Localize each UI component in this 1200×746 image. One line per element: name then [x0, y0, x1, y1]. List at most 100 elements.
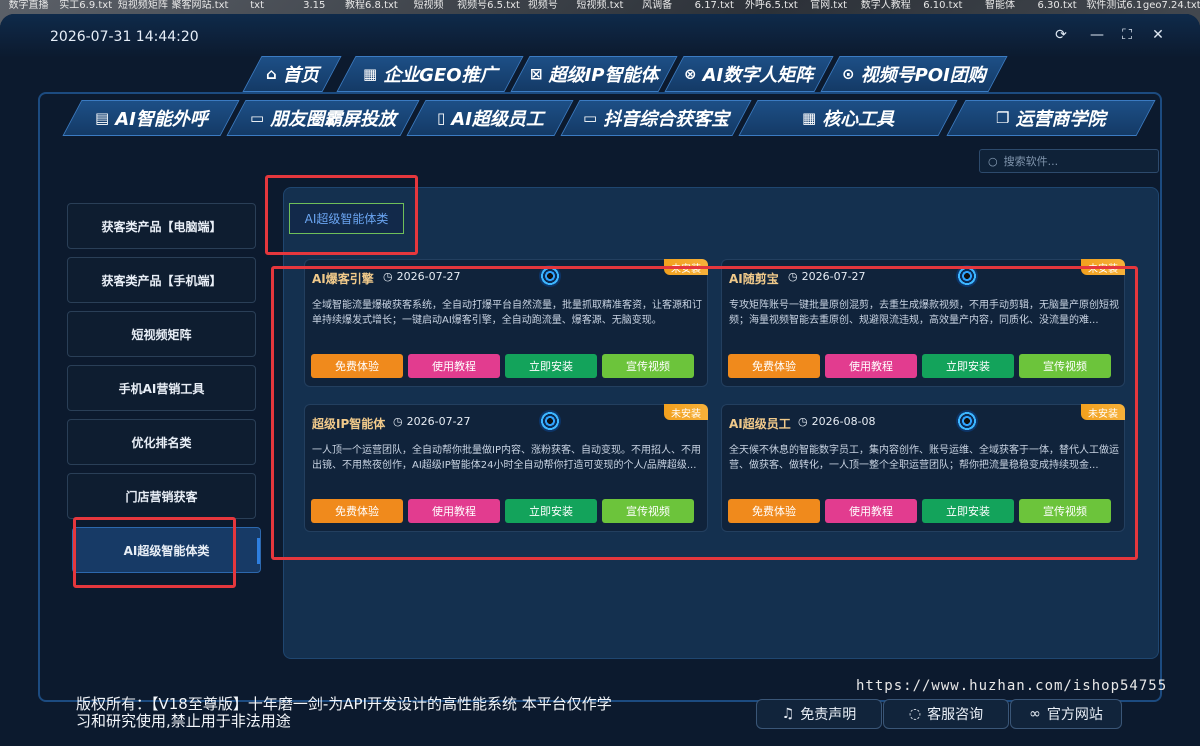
tutorial-button[interactable]: 使用教程 — [408, 499, 500, 523]
desktop-file-label[interactable]: 6.10.txt — [914, 0, 971, 11]
card-date-text: 2026-07-27 — [801, 270, 866, 283]
nav-tab-home[interactable]: ⌂ 首页 — [242, 56, 342, 92]
sidebar-item-ai-agents[interactable]: AI超级智能体类 — [72, 527, 261, 573]
install-button[interactable]: 立即安装 — [505, 499, 597, 523]
nav-tab-douyin[interactable]: ▭ 抖音综合获客宝 — [560, 100, 752, 136]
card-title: AI超级员工 — [729, 417, 791, 431]
folder-icon: ▭ — [249, 109, 265, 127]
app-logo-icon — [956, 410, 978, 432]
promo-video-button[interactable]: 宣传视频 — [1019, 499, 1111, 523]
clock-icon: ◷ — [383, 270, 393, 283]
product-card: AI超级员工 ◷ 2026-08-08 未安装 全天候不休息的智能数字员工，集内容… — [721, 404, 1125, 532]
card-description: 一人顶一个运营团队，全自动帮你批量做IP内容、涨粉获客、自动变现。不用招人、不用… — [312, 445, 701, 471]
nav-tab-moments[interactable]: ▭ 朋友圈霸屏投放 — [226, 100, 420, 136]
link-icon: ∞ — [1029, 706, 1041, 722]
copyright-text: 版权所有：【V18至尊版】十年磨一剑-为API开发设计的高性能系统 本平台仅作学… — [76, 695, 612, 730]
desktop-file-label[interactable]: 软件测试6.1 — [1086, 0, 1143, 11]
tutorial-button[interactable]: 使用教程 — [408, 354, 500, 378]
desktop-file-label[interactable]: 数字直播 — [0, 0, 57, 11]
desktop-file-label[interactable]: 数字人教程 — [857, 0, 914, 11]
book-icon: ▯ — [436, 109, 445, 127]
card-date-text: 2026-07-27 — [406, 415, 471, 428]
desktop-file-label[interactable]: 视频号6.5.txt — [457, 0, 520, 11]
refresh-icon[interactable]: ⟳ — [1052, 26, 1070, 44]
search-input[interactable] — [1003, 154, 1144, 168]
clock-icon: ◷ — [788, 270, 798, 283]
install-button[interactable]: 立即安装 — [922, 499, 1014, 523]
sidebar-item-short-video[interactable]: 短视频矩阵 — [67, 311, 256, 357]
install-button[interactable]: 立即安装 — [922, 354, 1014, 378]
desktop-file-label[interactable]: 智能体 — [971, 0, 1028, 11]
nav-tab-label: AI超级员工 — [450, 109, 544, 130]
nav-tab-label: 朋友圈霸屏投放 — [270, 109, 397, 130]
disclaimer-button[interactable]: ♫ 免责声明 — [756, 699, 882, 729]
copy-icon: ❐ — [996, 109, 1010, 127]
clipboard-icon: ▤ — [94, 109, 109, 127]
free-trial-button[interactable]: 免费体验 — [311, 354, 403, 378]
category-tab[interactable]: AI超级智能体类 — [289, 203, 404, 234]
support-button[interactable]: ◌ 客服咨询 — [883, 699, 1009, 729]
nav-tab-academy[interactable]: ❐ 运营商学院 — [946, 100, 1156, 136]
nav-tab-super-staff[interactable]: ▯ AI超级员工 — [406, 100, 574, 136]
nav-tab-label: 运营商学院 — [1015, 109, 1106, 130]
nav-tab-digital-human[interactable]: ⊗ AI数字人矩阵 — [664, 56, 834, 92]
desktop-file-label[interactable]: 短视频 — [400, 0, 457, 11]
desktop-file-label[interactable]: 实工6.9.txt — [57, 0, 114, 11]
close-icon[interactable]: ✕ — [1149, 26, 1167, 44]
product-card: AI随剪宝 ◷ 2026-07-27 未安装 专攻矩阵账号一键批量原创混剪，去重生… — [721, 259, 1125, 387]
desktop-file-label[interactable]: 教程6.8.txt — [343, 0, 400, 11]
desktop-file-label[interactable]: 6.17.txt — [686, 0, 743, 11]
clock-icon: ◷ — [798, 415, 808, 428]
desktop-file-label[interactable]: 聚客网站.txt — [171, 0, 229, 11]
tutorial-button[interactable]: 使用教程 — [825, 354, 917, 378]
free-trial-button[interactable]: 免费体验 — [728, 354, 820, 378]
desktop-file-label[interactable]: 3.15 — [286, 0, 343, 11]
search-box[interactable]: ○ — [979, 149, 1159, 173]
link-icon: ⊗ — [684, 65, 697, 83]
nav-tab-core-tools[interactable]: ▦ 核心工具 — [738, 100, 958, 136]
nav-tab-poi[interactable]: ⊙ 视频号POI团购 — [820, 56, 1008, 92]
promo-video-button[interactable]: 宣传视频 — [602, 499, 694, 523]
desktop-file-label[interactable]: 风调备 — [629, 0, 686, 11]
desktop-file-label[interactable]: 官网.txt — [800, 0, 857, 11]
status-badge: 未安装 — [664, 404, 708, 420]
location-icon: ⊙ — [842, 65, 855, 83]
official-site-button[interactable]: ∞ 官方网站 — [1010, 699, 1122, 729]
nav-tab-label: AI智能外呼 — [114, 109, 208, 130]
desktop-file-label[interactable]: 外呼6.5.txt — [743, 0, 800, 11]
sidebar-item-mobile-products[interactable]: 获客类产品【手机端】 — [67, 257, 256, 303]
sidebar-item-pc-products[interactable]: 获客类产品【电脑端】 — [67, 203, 256, 249]
app-logo-icon — [539, 410, 561, 432]
promo-video-button[interactable]: 宣传视频 — [602, 354, 694, 378]
app-window: 2026-07-31 14:44:20 ⟳ — ⛶ ✕ ⌂ 首页 ▦ 企业GEO推广… — [0, 14, 1200, 746]
nav-tab-label: 首页 — [282, 65, 319, 86]
desktop-file-label[interactable]: 短视频.txt — [571, 0, 628, 11]
minimize-icon[interactable]: — — [1088, 26, 1106, 44]
nav-tab-super-ip[interactable]: ⊠ 超级IP智能体 — [510, 56, 678, 92]
app-logo-icon — [956, 265, 978, 287]
grid-icon: ▦ — [362, 65, 377, 83]
nav-tab-label: 核心工具 — [822, 109, 895, 130]
free-trial-button[interactable]: 免费体验 — [311, 499, 403, 523]
desktop-file-label[interactable]: 短视频矩阵 — [114, 0, 171, 11]
free-trial-button[interactable]: 免费体验 — [728, 499, 820, 523]
desktop-file-label[interactable]: 6.30.txt — [1029, 0, 1086, 11]
sidebar-item-store[interactable]: 门店营销获客 — [67, 473, 256, 519]
desktop-file-label[interactable]: 视频号 — [514, 0, 571, 11]
desktop-file-label[interactable]: geo7.24.txt — [1143, 0, 1200, 11]
card-title: AI爆客引擎 — [312, 272, 374, 286]
nav-tab-label: 抖音综合获客宝 — [603, 109, 730, 130]
footer-button-label: 客服咨询 — [927, 707, 984, 723]
sidebar-item-mobile-ai[interactable]: 手机AI营销工具 — [67, 365, 256, 411]
tutorial-button[interactable]: 使用教程 — [825, 499, 917, 523]
bell-icon: ♫ — [781, 706, 795, 722]
card-date-text: 2026-08-08 — [811, 415, 876, 428]
nav-tab-ai-call[interactable]: ▤ AI智能外呼 — [62, 100, 240, 136]
install-button[interactable]: 立即安装 — [505, 354, 597, 378]
promo-video-button[interactable]: 宣传视频 — [1019, 354, 1111, 378]
maximize-icon[interactable]: ⛶ — [1118, 26, 1136, 44]
nav-tab-geo[interactable]: ▦ 企业GEO推广 — [336, 56, 524, 92]
sidebar-item-ranking[interactable]: 优化排名类 — [67, 419, 256, 465]
card-date: ◷ 2026-07-27 — [788, 270, 866, 283]
desktop-file-label[interactable]: txt — [229, 0, 286, 11]
